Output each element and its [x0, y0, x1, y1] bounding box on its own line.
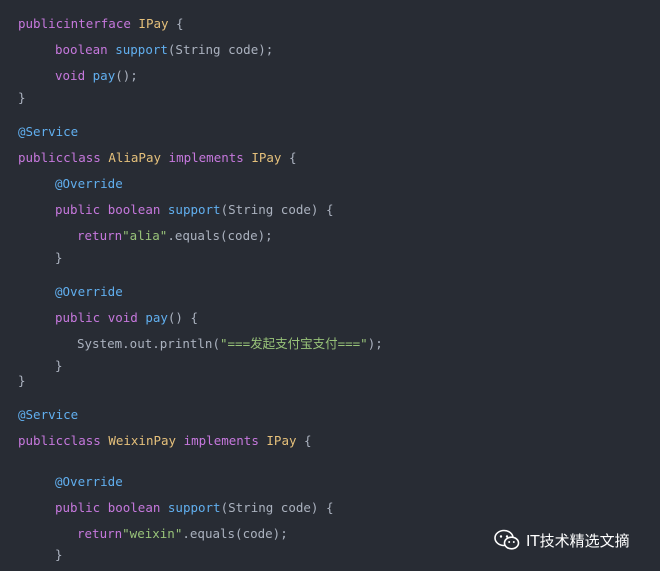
code-token: .equals(code);: [167, 228, 273, 243]
code-token: support: [115, 42, 168, 57]
code-token: pay: [92, 68, 116, 83]
code-token: public: [18, 433, 64, 448]
code-token: void: [55, 68, 86, 83]
code-token: public: [18, 150, 64, 165]
code-token: "alia": [122, 228, 168, 243]
code-token: public: [18, 16, 64, 31]
code-token: boolean: [107, 500, 161, 515]
code-line: @Override: [55, 284, 123, 300]
code-line: public void pay() {: [55, 310, 198, 326]
code-token: support: [167, 202, 221, 217]
code-token: );: [367, 336, 383, 351]
code-token: @Override: [55, 176, 123, 191]
code-token: }: [18, 373, 26, 388]
code-line: }: [55, 250, 63, 266]
code-line: @Service: [18, 407, 78, 423]
code-token: implements: [168, 150, 244, 165]
code-token: WeixinPay: [108, 433, 177, 448]
code-token: class: [63, 433, 101, 448]
code-line: System.out.println("===发起支付宝支付===");: [77, 336, 383, 352]
code-token: IPay: [138, 16, 169, 31]
code-token: @Service: [18, 124, 79, 139]
code-token: (String code);: [167, 42, 274, 57]
code-line: }: [18, 90, 26, 106]
code-token: AliaPay: [108, 150, 162, 165]
code-token: {: [168, 16, 184, 31]
wechat-icon: [494, 529, 520, 550]
code-token: .equals(code);: [182, 526, 288, 541]
code-token: public: [55, 500, 101, 515]
code-token: IPay: [266, 433, 297, 448]
code-token: boolean: [107, 202, 161, 217]
code-token: (String code) {: [220, 500, 334, 515]
code-line: public boolean support(String code) {: [55, 202, 333, 218]
code-token: }: [55, 250, 63, 265]
code-token: "===发起支付宝支付===": [220, 336, 368, 351]
code-token: ();: [115, 68, 138, 83]
code-line: void pay();: [55, 68, 138, 84]
code-token: }: [55, 547, 63, 562]
code-line: @Override: [55, 474, 123, 490]
code-token: {: [296, 433, 312, 448]
code-line: return"alia".equals(code);: [77, 228, 273, 244]
code-token: return: [77, 228, 123, 243]
code-line: boolean support(String code);: [55, 42, 273, 58]
code-token: interface: [63, 16, 131, 31]
code-line: publicclass AliaPay implements IPay {: [18, 150, 297, 166]
code-token: (String code) {: [220, 202, 334, 217]
code-panel: publicinterface IPay { boolean support(S…: [0, 0, 660, 571]
code-token: support: [167, 500, 221, 515]
code-token: return: [77, 526, 123, 541]
code-line: publicclass WeixinPay implements IPay {: [18, 433, 312, 449]
code-token: public: [55, 202, 101, 217]
code-token: @Service: [18, 407, 79, 422]
code-line: publicinterface IPay {: [18, 16, 184, 32]
code-token: public: [55, 310, 101, 325]
code-token: () {: [167, 310, 199, 325]
code-token: "weixin": [122, 526, 183, 541]
code-token: }: [55, 358, 63, 373]
watermark: IT技术精选文摘: [494, 528, 630, 552]
watermark-text: IT技术精选文摘: [526, 531, 630, 550]
code-token: implements: [183, 433, 259, 448]
code-line: @Override: [55, 176, 123, 192]
code-token: IPay: [251, 150, 282, 165]
code-line: }: [55, 358, 63, 374]
code-line: }: [18, 373, 26, 389]
code-token: void: [107, 310, 138, 325]
code-line: }: [55, 547, 63, 563]
code-line: @Service: [18, 124, 78, 140]
code-token: @Override: [55, 284, 123, 299]
code-token: {: [281, 150, 297, 165]
code-token: class: [63, 150, 101, 165]
code-token: @Override: [55, 474, 123, 489]
code-line: return"weixin".equals(code);: [77, 526, 288, 542]
code-token: pay: [145, 310, 168, 325]
code-token: }: [18, 90, 26, 105]
code-line: public boolean support(String code) {: [55, 500, 333, 516]
code-token: System.out.println(: [77, 336, 220, 351]
code-token: boolean: [55, 42, 108, 57]
